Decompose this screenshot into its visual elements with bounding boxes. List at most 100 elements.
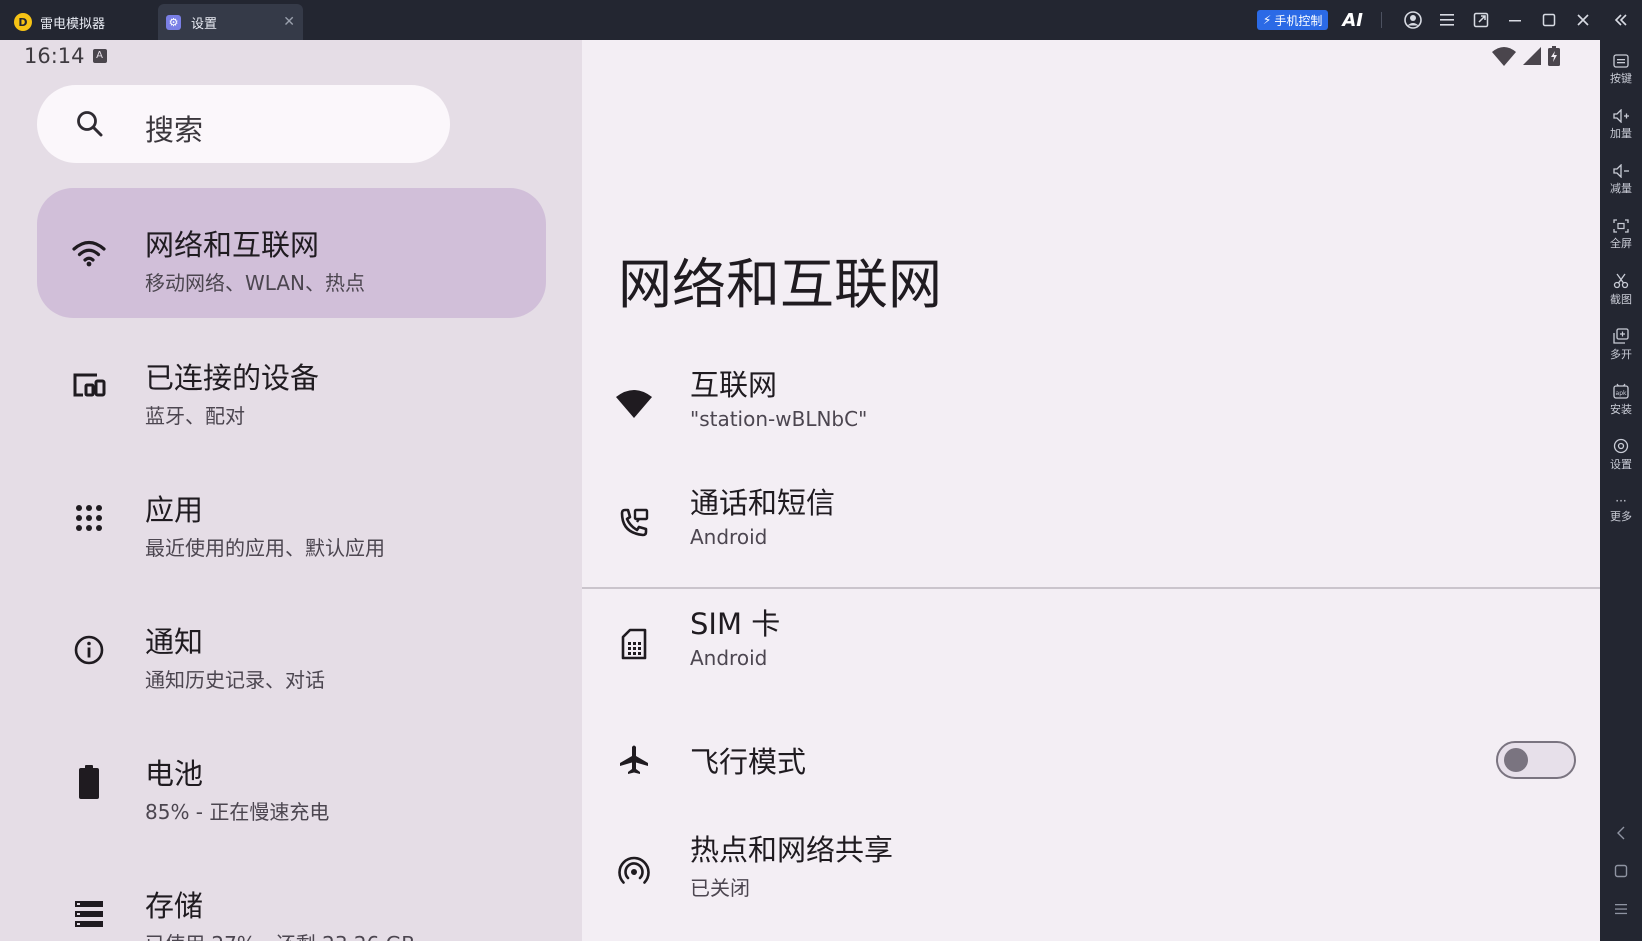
popout-window-icon[interactable] [1464,0,1498,40]
search-icon [75,109,105,143]
nav-item-subtitle: 通知历史记录、对话 [145,668,325,692]
nav-item-network-internet[interactable]: 网络和互联网 移动网络、WLAN、热点 [37,188,546,318]
sidebar-item-screenshot[interactable]: 截图 [1600,264,1642,316]
nav-item-title: 网络和互联网 [145,228,320,262]
nav-item-subtitle: 最近使用的应用、默认应用 [145,536,385,560]
sidebar-item-label: 全屏 [1610,237,1632,250]
pref-airplane-mode[interactable]: 飞行模式 [582,705,1600,815]
install-apk-icon: apk [1613,383,1629,399]
collapse-sidebar-icon[interactable] [1600,0,1642,40]
back-chevron-icon [1617,826,1625,840]
sim-card-icon [614,624,654,664]
keyboard-icon [1613,54,1629,68]
sidebar-item-label: 更多 [1610,510,1632,523]
status-a-badge: A [92,49,107,63]
minimize-icon[interactable] [1498,0,1532,40]
pref-hotspot-tethering[interactable]: 热点和网络共享 已关闭 [582,817,1600,927]
home-square-icon [1614,864,1628,878]
pref-title: 通话和短信 [690,486,836,520]
sidebar-item-label: 按键 [1610,72,1632,85]
status-bar-left: 16:14 A [24,44,107,68]
nav-item-connected-devices[interactable]: 已连接的设备 蓝牙、配对 [37,321,546,451]
sidebar-item-keys[interactable]: 按键 [1600,44,1642,96]
sidebar-item-install[interactable]: apk 安装 [1600,374,1642,426]
pref-title: 热点和网络共享 [690,833,894,867]
pref-title: 飞行模式 [690,745,807,779]
nav-item-notifications[interactable]: 通知 通知历史记录、对话 [37,585,546,715]
nav-item-battery[interactable]: 电池 85% - 正在慢速充电 [37,717,546,847]
multi-instance-icon [1613,328,1629,344]
nav-item-storage[interactable]: 存储 已使用 27% - 还剩 23.26 GB [37,849,546,941]
svg-text:apk: apk [1616,390,1627,397]
status-time: 16:14 [24,44,85,68]
wifi-icon [71,235,107,271]
phone-control-button[interactable]: ⚡ 手机控制 [1256,10,1329,30]
battery-icon [71,764,107,800]
account-icon[interactable] [1396,0,1430,40]
nav-item-subtitle: 85% - 正在慢速充电 [145,800,330,824]
status-battery-charging-icon [1548,46,1560,70]
ai-button[interactable]: AI [1342,10,1363,31]
settings-gear-icon: ⚙ [166,14,181,30]
android-screen: 16:14 A 搜索 网络和互联网 移动网络、WLAN、热点 已连接的设备 蓝牙… [0,40,1600,941]
fullscreen-icon [1613,219,1629,233]
maximize-icon[interactable] [1532,0,1566,40]
nav-item-title: 通知 [145,625,204,659]
pref-subtitle: "station-wBLNbC" [690,407,868,431]
nav-item-title: 电池 [145,757,204,791]
notification-info-icon [71,632,107,668]
pref-calls-sms[interactable]: 通话和短信 Android [582,468,1600,578]
pref-internet[interactable]: 互联网 "station-wBLNbC" [582,348,1600,458]
nav-item-subtitle: 移动网络、WLAN、热点 [145,271,366,295]
airplane-mode-toggle[interactable] [1496,741,1576,779]
ldplayer-logo-icon: D [14,13,32,31]
storage-icon [71,896,107,932]
tab-app-label: 雷电模拟器 [40,16,106,32]
sidebar-item-label: 加量 [1610,127,1632,140]
status-wifi-icon [1492,46,1516,70]
nav-item-subtitle: 已使用 27% - 还剩 23.26 GB [145,928,415,941]
nav-back-button[interactable] [1600,818,1642,848]
hotspot-icon [614,852,654,892]
nav-item-title: 应用 [145,493,204,527]
nav-home-button[interactable] [1600,856,1642,886]
nav-item-subtitle: 蓝牙、配对 [145,404,245,428]
more-icon: ··· [1615,494,1627,508]
sidebar-item-multi-instance[interactable]: 多开 [1600,319,1642,371]
pref-sim-card[interactable]: SIM 卡 Android [582,589,1600,699]
sidebar-item-label: 减量 [1610,182,1632,195]
sidebar-item-settings[interactable]: 设置 [1600,429,1642,481]
toggle-knob [1504,748,1528,772]
phone-control-label: 手机控制 [1274,13,1323,28]
volume-up-icon [1613,109,1629,123]
calls-sms-icon [614,503,654,543]
emulator-window: D 雷电模拟器 ⚙ 设置 ✕ ⚡ 手机控制 AI 16:14 A 搜索 网络和互… [0,0,1642,941]
settings-icon [1613,438,1629,454]
search-bar[interactable]: 搜索 [37,85,450,163]
tab-settings[interactable]: ⚙ 设置 ✕ [158,4,303,40]
emulator-sidebar: 按键 加量 减量 全屏 截图 多开 apk 安装 设置 ··· 更多 [1600,40,1642,941]
status-signal-icon [1522,46,1542,70]
nav-recents-button[interactable] [1600,894,1642,924]
connected-devices-icon [71,368,107,404]
title-bar: D 雷电模拟器 ⚙ 设置 ✕ ⚡ 手机控制 AI [0,0,1642,40]
sidebar-item-label: 截图 [1610,293,1632,306]
tab-app[interactable]: D 雷电模拟器 [14,4,154,40]
sidebar-item-volume-down[interactable]: 减量 [1600,154,1642,206]
search-placeholder: 搜索 [145,113,204,147]
close-window-icon[interactable] [1566,0,1600,40]
nav-item-apps[interactable]: 应用 最近使用的应用、默认应用 [37,453,546,583]
page-title: 网络和互联网 [618,253,942,316]
menu-icon[interactable] [1430,0,1464,40]
airplane-icon [614,740,654,780]
sidebar-item-fullscreen[interactable]: 全屏 [1600,209,1642,261]
sidebar-item-volume-up[interactable]: 加量 [1600,99,1642,151]
close-tab-icon[interactable]: ✕ [283,14,295,30]
sidebar-item-more[interactable]: ··· 更多 [1600,484,1642,536]
pref-title: 互联网 [690,368,778,402]
settings-nav-pane: 16:14 A 搜索 网络和互联网 移动网络、WLAN、热点 已连接的设备 蓝牙… [0,40,582,941]
sidebar-item-label: 设置 [1610,458,1632,471]
apps-grid-icon [71,500,107,536]
recents-menu-icon [1615,904,1627,915]
pref-subtitle: Android [690,646,768,670]
